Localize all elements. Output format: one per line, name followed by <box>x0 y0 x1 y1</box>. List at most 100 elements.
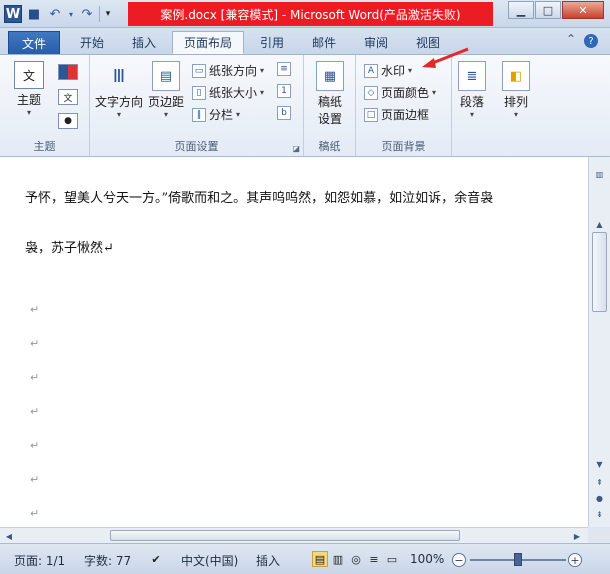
chevron-down-icon: ▾ <box>26 108 31 117</box>
page-borders-label: 页面边框 <box>381 108 430 122</box>
page-borders-button[interactable]: □ 页面边框 <box>364 106 429 123</box>
text-direction-button[interactable]: Ⅲ 文字方向 ▾ <box>95 61 144 120</box>
maximize-button[interactable]: □ <box>535 1 561 19</box>
document-page[interactable]: 予怀，望美人兮天一方。”倚歌而和之。其声呜呜然，如怨如慕，如泣如诉，余音袅 袅，… <box>0 157 588 527</box>
close-button[interactable]: ✕ <box>562 1 604 19</box>
proofing-icon[interactable]: ✔ <box>148 551 164 567</box>
breaks-button[interactable]: ≡ <box>277 62 291 76</box>
customize-qat-icon[interactable]: ▾ <box>103 5 113 23</box>
chevron-down-icon: ▾ <box>513 110 518 119</box>
chevron-down-icon: ▾ <box>164 110 169 119</box>
chevron-down-icon: ▾ <box>469 110 474 119</box>
ribbon-tabs: 文件 开始 插入 页面布局 引用 邮件 审阅 视图 ⌃ ? <box>0 28 610 54</box>
manuscript-settings-button[interactable]: ▦ 稿纸 设置 <box>316 61 344 127</box>
ribbon: 文 主题 ▾ 文 ● 主题 Ⅲ 文字方向 ▾ ▤ 页边距 ▾ ▭ 纸张方向 ▾ … <box>0 54 610 157</box>
group-label-page-setup: 页面设置 <box>174 140 219 153</box>
arrange-button[interactable]: ◧ 排列 ▾ <box>502 61 530 119</box>
window-controls: ▁ □ ✕ <box>508 1 604 19</box>
next-page-icon[interactable]: ⇟ <box>592 507 607 521</box>
margins-label: 页边距 <box>148 95 185 109</box>
help-icon[interactable]: ? <box>584 34 598 48</box>
size-button[interactable]: ▯ 纸张大小 ▾ <box>192 84 264 101</box>
themes-button[interactable]: 文 主题 ▾ <box>14 61 44 117</box>
text-direction-label: 文字方向 <box>95 95 144 109</box>
scroll-right-icon[interactable]: ▶ <box>570 529 584 543</box>
scroll-down-icon[interactable]: ▼ <box>592 457 607 471</box>
status-word-count[interactable]: 字数: 77 <box>84 552 131 569</box>
group-page-background: A 水印 ▾ ◇ 页面颜色 ▾ □ 页面边框 页面背景 <box>356 55 452 156</box>
previous-page-icon[interactable]: ⇞ <box>592 475 607 489</box>
hyphenation-button[interactable]: b <box>277 106 291 120</box>
scroll-up-icon[interactable]: ▲ <box>592 217 607 231</box>
minimize-button[interactable]: ▁ <box>508 1 534 19</box>
tab-insert[interactable]: 插入 <box>122 31 166 54</box>
word-app-icon[interactable]: W <box>4 5 22 23</box>
theme-colors-icon[interactable] <box>58 64 78 80</box>
watermark-icon: A <box>364 63 378 78</box>
tab-review[interactable]: 审阅 <box>356 31 396 54</box>
group-arrange: ◧ 排列 ▾ <box>496 55 540 156</box>
browse-object-icon[interactable]: ● <box>592 491 607 505</box>
zoom-in-icon[interactable]: + <box>568 553 582 567</box>
zoom-level[interactable]: 100% <box>410 552 444 566</box>
line-numbers-button[interactable]: 1 <box>277 84 291 98</box>
minimize-ribbon-icon[interactable]: ⌃ <box>566 32 576 46</box>
print-layout-view-icon[interactable]: ▤ <box>312 551 328 567</box>
paragraph-mark: ↵ <box>30 371 40 384</box>
scroll-left-icon[interactable]: ◀ <box>2 529 16 543</box>
undo-icon[interactable]: ↶ <box>46 5 64 23</box>
group-paragraph: ≣ 段落 ▾ <box>452 55 496 156</box>
paragraph-mark: ↵ <box>30 473 40 486</box>
window-title: 案例.docx [兼容模式] - Microsoft Word(产品激活失败) <box>128 2 493 26</box>
columns-button[interactable]: ‖ 分栏 ▾ <box>192 106 240 123</box>
save-icon[interactable]: ■ <box>25 5 43 23</box>
status-page[interactable]: 页面: 1/1 <box>14 552 65 569</box>
columns-icon: ‖ <box>192 107 206 122</box>
document-line: 予怀，望美人兮天一方。”倚歌而和之。其声呜呜然，如怨如慕，如泣如诉，余音袅 <box>25 191 494 206</box>
chevron-down-icon: ▾ <box>236 110 241 119</box>
title-bar: W ■ ↶ ▾ ↷ ▾ 案例.docx [兼容模式] - Microsoft W… <box>0 0 610 28</box>
theme-fonts-icon[interactable]: 文 <box>58 89 78 105</box>
status-language[interactable]: 中文(中国) <box>181 552 238 569</box>
page-setup-launcher-icon[interactable]: ◪ <box>292 144 300 153</box>
ruler-toggle-icon[interactable]: ▥ <box>592 167 607 181</box>
zoom-slider-knob[interactable] <box>514 553 522 566</box>
horizontal-scroll-thumb[interactable] <box>110 530 460 541</box>
orientation-button[interactable]: ▭ 纸张方向 ▾ <box>192 62 264 79</box>
paragraph-mark: ↵ <box>30 507 40 520</box>
status-insert-mode[interactable]: 插入 <box>256 552 280 569</box>
page-size-icon: ▯ <box>192 85 206 100</box>
outline-view-icon[interactable]: ≡ <box>366 551 382 567</box>
manuscript-label-1: 稿纸 <box>317 95 342 109</box>
manuscript-label-2: 设置 <box>317 112 342 126</box>
document-line: 袅，苏子愀然↵ <box>25 241 114 256</box>
zoom-out-icon[interactable]: − <box>452 553 466 567</box>
vertical-scroll-thumb[interactable] <box>592 232 607 312</box>
tab-mailings[interactable]: 邮件 <box>304 31 344 54</box>
columns-label: 分栏 <box>209 108 234 122</box>
themes-button-label: 主题 <box>16 93 41 107</box>
tab-page-layout[interactable]: 页面布局 <box>172 31 244 54</box>
arrange-label: 排列 <box>503 95 528 109</box>
group-label-manuscript: 稿纸 <box>318 140 341 153</box>
tab-file[interactable]: 文件 <box>8 31 60 54</box>
draft-view-icon[interactable]: ▭ <box>384 551 400 567</box>
undo-dropdown-icon[interactable]: ▾ <box>67 5 75 23</box>
margins-button[interactable]: ▤ 页边距 ▾ <box>148 61 184 119</box>
tab-references[interactable]: 引用 <box>252 31 292 54</box>
page-color-icon: ◇ <box>364 85 378 100</box>
tab-home[interactable]: 开始 <box>70 31 114 54</box>
full-screen-reading-icon[interactable]: ▥ <box>330 551 346 567</box>
horizontal-scrollbar[interactable]: ◀ ▶ <box>0 527 588 543</box>
vertical-scrollbar[interactable]: ▥ ▲ ▼ ⇞ ● ⇟ <box>588 157 610 527</box>
margins-icon: ▤ <box>152 61 180 91</box>
group-themes: 文 主题 ▾ 文 ● 主题 <box>0 55 90 156</box>
chevron-down-icon: ▾ <box>260 66 265 75</box>
redo-icon[interactable]: ↷ <box>78 5 96 23</box>
hyphenation-icon: b <box>277 106 291 120</box>
web-layout-icon[interactable]: ◎ <box>348 551 364 567</box>
page-color-button[interactable]: ◇ 页面颜色 ▾ <box>364 84 436 101</box>
theme-effects-icon[interactable]: ● <box>58 113 78 129</box>
orientation-icon: ▭ <box>192 63 206 78</box>
watermark-button[interactable]: A 水印 ▾ <box>364 62 412 79</box>
